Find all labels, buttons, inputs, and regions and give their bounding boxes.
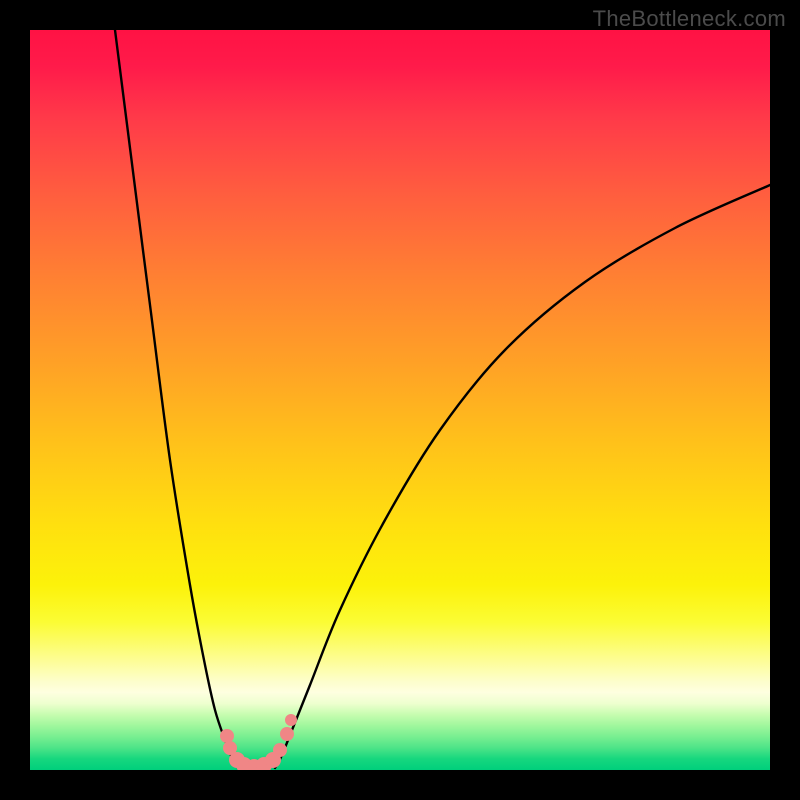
trough-markers (220, 714, 297, 770)
left-curve-branch (115, 30, 238, 768)
trough-marker (220, 729, 234, 743)
trough-marker (285, 714, 297, 726)
watermark-text: TheBottleneck.com (593, 6, 786, 32)
right-curve-branch (275, 185, 770, 768)
v-curve (115, 30, 770, 768)
trough-marker (280, 727, 294, 741)
chart-frame: TheBottleneck.com (0, 0, 800, 800)
trough-marker (273, 743, 287, 757)
plot-area (30, 30, 770, 770)
curve-layer (30, 30, 770, 770)
